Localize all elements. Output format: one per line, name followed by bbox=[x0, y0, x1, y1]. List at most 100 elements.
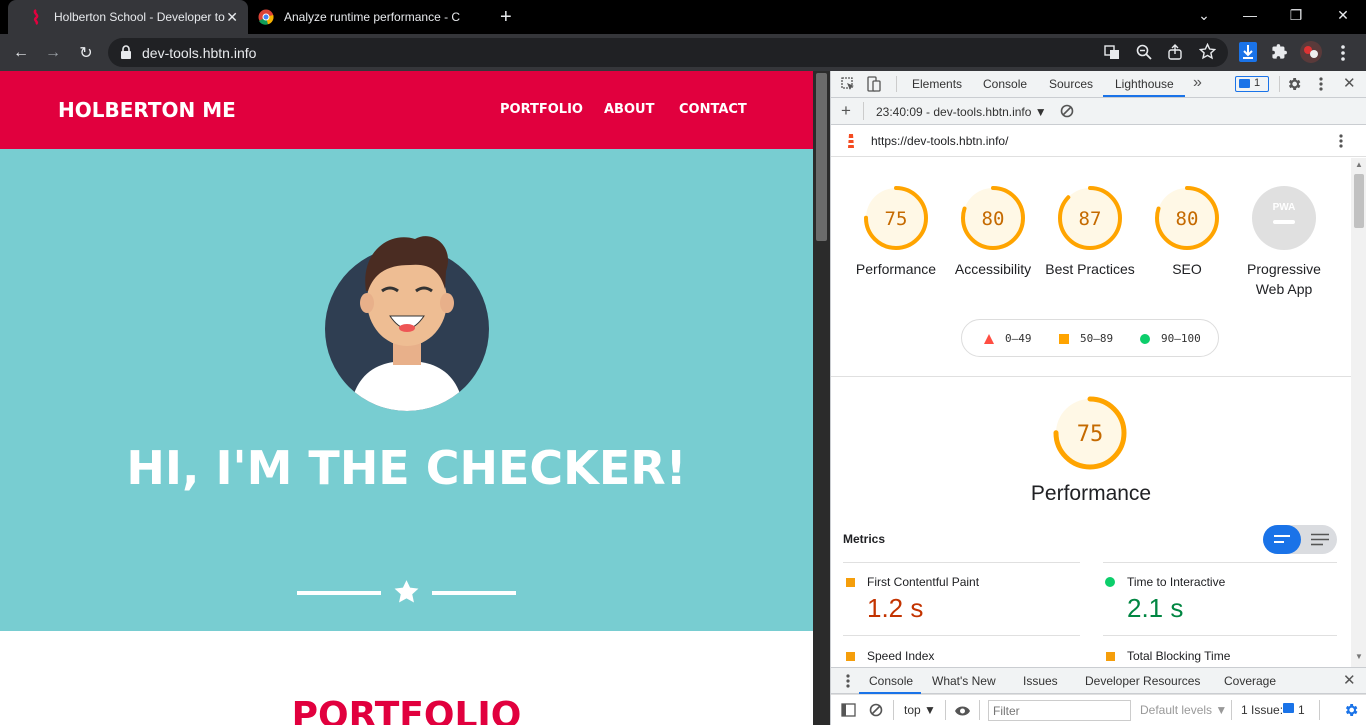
extensions-puzzle-icon[interactable] bbox=[1271, 43, 1288, 65]
console-sidebar-icon[interactable] bbox=[841, 703, 856, 722]
expanded-view-icon[interactable] bbox=[1311, 533, 1329, 546]
log-levels-dropdown[interactable]: Default levels ▼ bbox=[1140, 703, 1227, 717]
metric-title-tbt: Total Blocking Time bbox=[1127, 649, 1231, 663]
section-divider bbox=[831, 376, 1351, 377]
tab-strip: Holberton School - Developer to ✕ Analyz… bbox=[0, 0, 1366, 34]
lighthouse-logo-icon bbox=[845, 133, 857, 154]
profile-avatar-icon[interactable] bbox=[1300, 41, 1322, 68]
devtools-menu-icon[interactable] bbox=[1319, 77, 1323, 96]
issues-counter-button[interactable]: 1 bbox=[1235, 76, 1269, 92]
report-url-bar: https://dev-tools.hbtn.info/ bbox=[831, 125, 1366, 157]
close-drawer-icon[interactable]: ✕ bbox=[1343, 671, 1356, 689]
hero-section: HI, I'M THE CHECKER! bbox=[0, 149, 813, 631]
gauge-score: 80 bbox=[1176, 208, 1199, 230]
live-expression-eye-icon[interactable] bbox=[954, 704, 971, 722]
scroll-up-icon[interactable]: ▲ bbox=[1355, 160, 1363, 169]
address-bar[interactable]: dev-tools.hbtn.info bbox=[108, 38, 1228, 67]
score-gauge-0[interactable]: 75 bbox=[863, 185, 929, 251]
zoom-icon[interactable] bbox=[1136, 44, 1152, 65]
console-filter-input[interactable] bbox=[988, 700, 1131, 721]
share-icon[interactable] bbox=[1167, 44, 1183, 65]
legend-range-fail: 0–49 bbox=[1005, 332, 1032, 345]
clear-console-icon[interactable] bbox=[869, 703, 883, 722]
console-issues-count[interactable]: 1 bbox=[1298, 703, 1305, 717]
nav-link-about[interactable]: ABOUT bbox=[604, 102, 654, 117]
gauge-score: 75 bbox=[885, 208, 908, 230]
minimize-icon[interactable]: — bbox=[1227, 0, 1273, 30]
metrics-view-toggle[interactable] bbox=[1263, 525, 1337, 554]
translate-icon[interactable] bbox=[1104, 44, 1120, 65]
close-devtools-icon[interactable]: ✕ bbox=[1343, 74, 1356, 92]
legend-range-average: 50–89 bbox=[1080, 332, 1114, 345]
browser-tab-analyze-runtime[interactable]: Analyze runtime performance - C bbox=[250, 0, 490, 34]
gauge-score: 87 bbox=[1079, 208, 1102, 230]
nav-link-contact[interactable]: CONTACT bbox=[679, 102, 747, 117]
console-issues-label[interactable]: 1 Issue: bbox=[1241, 703, 1283, 717]
page-scrollbar[interactable] bbox=[813, 71, 830, 725]
maximize-icon[interactable]: ❐ bbox=[1273, 0, 1319, 30]
site-brand[interactable]: HOLBERTON ME bbox=[58, 98, 236, 122]
tab-elements[interactable]: Elements bbox=[912, 77, 962, 91]
window-close-icon[interactable]: ✕ bbox=[1320, 0, 1366, 30]
score-gauge-1[interactable]: 80 bbox=[960, 185, 1026, 251]
browser-menu-icon[interactable] bbox=[1330, 40, 1356, 66]
devtools-panel: Elements Console Sources Lighthouse » 1 … bbox=[830, 71, 1366, 725]
tab-lighthouse[interactable]: Lighthouse bbox=[1115, 77, 1174, 91]
toolbar-divider bbox=[863, 102, 864, 120]
tab-sources[interactable]: Sources bbox=[1049, 77, 1093, 91]
browser-tab-holberton[interactable]: Holberton School - Developer to ✕ bbox=[8, 0, 248, 34]
device-toolbar-icon[interactable] bbox=[867, 76, 881, 97]
metric-divider bbox=[843, 562, 1080, 563]
metric-divider bbox=[843, 635, 1080, 636]
performance-gauge-large[interactable]: 75 bbox=[1053, 396, 1127, 470]
report-scrollbar[interactable]: ▲ ▼ bbox=[1351, 158, 1366, 667]
context-selector[interactable]: top ▼ bbox=[904, 703, 936, 717]
reload-icon[interactable]: ↻ bbox=[73, 40, 99, 66]
lock-icon[interactable] bbox=[120, 45, 132, 64]
drawer-tab-whats-new[interactable]: What's New bbox=[932, 674, 996, 688]
url-text[interactable]: dev-tools.hbtn.info bbox=[142, 45, 256, 61]
more-tabs-icon[interactable]: » bbox=[1193, 74, 1202, 92]
download-icon[interactable] bbox=[1239, 42, 1257, 67]
drawer-tab-developer-resources[interactable]: Developer Resources bbox=[1085, 674, 1200, 688]
report-url[interactable]: https://dev-tools.hbtn.info/ bbox=[871, 134, 1008, 148]
site-navbar: HOLBERTON ME PORTFOLIO ABOUT CONTACT bbox=[0, 71, 813, 149]
drawer-tab-coverage[interactable]: Coverage bbox=[1224, 674, 1276, 688]
page-scroll-thumb[interactable] bbox=[816, 73, 827, 241]
back-icon[interactable]: ← bbox=[8, 40, 34, 66]
metric-divider bbox=[1103, 562, 1337, 563]
clear-reports-icon[interactable] bbox=[1060, 104, 1074, 123]
console-settings-gear-icon[interactable] bbox=[1343, 702, 1359, 723]
new-report-button[interactable]: + bbox=[841, 101, 851, 121]
gauge-label-4: Progressive Web App bbox=[1247, 261, 1321, 297]
metric-value-fcp: 1.2 s bbox=[867, 593, 924, 623]
metric-title-tti: Time to Interactive bbox=[1127, 575, 1226, 589]
report-selector[interactable]: 23:40:09 - dev-tools.hbtn.info ▼ bbox=[876, 105, 1047, 119]
settings-gear-icon[interactable] bbox=[1286, 76, 1302, 97]
drawer-tab-issues[interactable]: Issues bbox=[1023, 674, 1058, 688]
portfolio-heading: PORTFOLIO bbox=[291, 695, 522, 725]
score-gauge-3[interactable]: 80 bbox=[1154, 185, 1220, 251]
bookmark-star-icon[interactable] bbox=[1198, 42, 1217, 65]
metrics-heading: Metrics bbox=[843, 532, 886, 546]
forward-icon[interactable]: → bbox=[40, 40, 66, 66]
tab-search-icon[interactable]: ⌄ bbox=[1181, 0, 1227, 30]
drawer-tab-console[interactable]: Console bbox=[869, 674, 913, 688]
score-gauge-4[interactable]: PWA bbox=[1251, 185, 1317, 251]
message-icon bbox=[1283, 703, 1294, 713]
tab-title: Holberton School - Developer to bbox=[54, 10, 225, 24]
score-gauge-2[interactable]: 87 bbox=[1057, 185, 1123, 251]
new-tab-button[interactable]: + bbox=[500, 6, 512, 29]
tab-console[interactable]: Console bbox=[983, 77, 1027, 91]
inspect-element-icon[interactable] bbox=[841, 77, 855, 96]
report-scroll-thumb[interactable] bbox=[1354, 174, 1364, 228]
devtools-tabbar: Elements Console Sources Lighthouse » 1 … bbox=[831, 71, 1366, 98]
gauge-score: 80 bbox=[982, 208, 1005, 230]
drawer-menu-icon[interactable] bbox=[846, 674, 850, 693]
scroll-down-icon[interactable]: ▼ bbox=[1355, 652, 1363, 661]
report-menu-icon[interactable] bbox=[1339, 134, 1343, 153]
star-icon bbox=[394, 580, 419, 603]
close-tab-icon[interactable]: ✕ bbox=[226, 9, 238, 26]
nav-link-portfolio[interactable]: PORTFOLIO bbox=[500, 102, 583, 117]
view-toggle-collapsed[interactable] bbox=[1263, 525, 1301, 554]
